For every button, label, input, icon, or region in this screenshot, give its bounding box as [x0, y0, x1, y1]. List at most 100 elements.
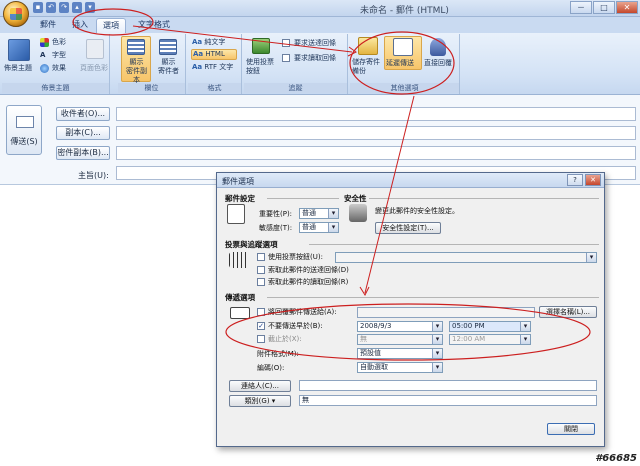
fonts-button[interactable]: 字型	[52, 51, 66, 60]
help-button[interactable]: ?	[567, 174, 583, 186]
request-read-dialog-label: 索取此郵件的讀取回條(R)	[268, 278, 349, 286]
request-delivery-label: 要求送達回條	[294, 39, 336, 47]
do-not-deliver-checkbox[interactable]: ✓	[257, 322, 265, 330]
request-read-dialog-checkbox[interactable]	[257, 278, 265, 286]
tab-format-text[interactable]: 文字格式	[132, 18, 176, 33]
attachment-format-select[interactable]: 預設值	[357, 348, 443, 359]
to-button[interactable]: 收件者(O)...	[56, 107, 110, 121]
show-bcc-button[interactable]: 顯示 密件副本	[123, 58, 150, 85]
minimize-button[interactable]: －	[570, 1, 592, 14]
divider	[309, 244, 599, 245]
effects-button[interactable]: 效果	[52, 64, 66, 73]
to-field[interactable]	[116, 107, 636, 121]
deliver-time-select[interactable]: 05:00 PM	[449, 321, 531, 332]
html-option[interactable]: Aa HTML	[193, 50, 225, 59]
tab-message[interactable]: 郵件	[34, 18, 62, 33]
themes-group-label: 佈景主題	[2, 83, 109, 93]
cc-field[interactable]	[116, 126, 636, 140]
expires-time-select[interactable]: 12:00 AM	[449, 334, 531, 345]
down-icon[interactable]: ▾	[85, 2, 95, 13]
fields-group: 顯示 密件副本 顯示 寄件者 欄位	[118, 34, 186, 94]
effects-icon	[40, 64, 49, 73]
bcc-button[interactable]: 密件副本(B)...	[56, 146, 110, 160]
voting-icon	[252, 38, 270, 54]
maximize-button[interactable]: □	[593, 1, 615, 14]
categories-button[interactable]: 類別(G) ▾	[229, 395, 291, 407]
tracking-group-label: 追蹤	[244, 83, 347, 93]
themes-icon[interactable]	[8, 39, 30, 61]
delivery-options-heading: 傳遞選項	[225, 293, 255, 302]
checkmark-icon	[229, 252, 249, 268]
send-envelope-icon	[16, 116, 34, 128]
request-read-label: 要求讀取回條	[294, 54, 336, 62]
security-heading: 安全性	[344, 194, 367, 203]
tab-options[interactable]: 選項	[96, 18, 126, 33]
divider	[267, 198, 339, 199]
select-names-button[interactable]: 選擇名稱(L)...	[539, 306, 597, 318]
divider	[369, 198, 599, 199]
expires-checkbox[interactable]	[257, 335, 265, 343]
close-button[interactable]: 關閉	[547, 423, 595, 435]
show-from-button[interactable]: 顯示 寄件者	[155, 58, 182, 76]
format-group: Aa 純文字 Aa HTML Aa RTF 文字 格式	[188, 34, 242, 94]
page-color-button[interactable]: 頁面色彩	[80, 64, 108, 73]
divider	[267, 297, 599, 298]
security-settings-button[interactable]: 安全性設定(T)...	[375, 222, 441, 234]
reply-to-checkbox[interactable]	[257, 308, 265, 316]
tab-insert[interactable]: 插入	[66, 18, 94, 33]
show-from-icon	[159, 39, 177, 55]
colors-button[interactable]: 色彩	[52, 38, 66, 47]
tracking-group: 使用投票 按鈕 要求送達回條 要求讀取回條 追蹤	[244, 34, 348, 94]
bcc-field[interactable]	[116, 146, 636, 160]
direct-replies-icon	[430, 38, 446, 56]
reply-to-field[interactable]	[357, 307, 535, 318]
sensitivity-label: 敏感度(T):	[259, 224, 293, 232]
send-button[interactable]: 傳送(S)	[6, 105, 42, 155]
up-icon[interactable]: ▴	[72, 2, 82, 13]
request-read-checkbox[interactable]	[282, 54, 290, 62]
use-voting-label: 使用投票按鈕(U):	[268, 253, 323, 261]
direct-replies-button[interactable]: 直接回覆	[424, 59, 452, 68]
contacts-button[interactable]: 連絡人(C)...	[229, 380, 291, 392]
save-sent-button[interactable]: 儲存寄件 備份	[352, 58, 380, 76]
attachment-format-label: 附件格式(M):	[257, 350, 299, 358]
request-delivery-dialog-checkbox[interactable]	[257, 266, 265, 274]
request-delivery-checkbox[interactable]	[282, 39, 290, 47]
request-delivery-dialog-label: 索取此郵件的送達回條(D)	[268, 266, 349, 274]
format-group-label: 格式	[188, 83, 241, 93]
close-window-button[interactable]: ✕	[616, 1, 638, 14]
categories-field[interactable]: 無	[299, 395, 597, 406]
rtf-option[interactable]: Aa RTF 文字	[192, 63, 233, 72]
send-label: 傳送(S)	[10, 137, 38, 146]
deliver-date-select[interactable]: 2008/9/3	[357, 321, 443, 332]
quick-access-toolbar: ▪ ↶ ↷ ▴ ▾	[33, 2, 95, 13]
dialog-close-button[interactable]: ✕	[585, 174, 601, 186]
save-icon[interactable]: ▪	[33, 2, 43, 13]
encoding-select[interactable]: 自動選取	[357, 362, 443, 373]
delay-delivery-button[interactable]: 延遲傳送	[386, 59, 414, 68]
message-settings-icon	[227, 204, 245, 224]
themes-group: 佈景主題 色彩 A 字型 效果 頁面色彩 佈景主題	[2, 34, 110, 94]
expires-date-select[interactable]: 無	[357, 334, 443, 345]
window-title: 未命名 - 郵件 (HTML)	[360, 6, 449, 16]
encoding-label: 編碼(O):	[257, 364, 285, 372]
fonts-icon: A	[40, 51, 46, 59]
themes-button[interactable]: 佈景主題	[4, 64, 32, 73]
subject-label: 主旨(U):	[78, 171, 109, 180]
window-controls: － □ ✕	[570, 1, 638, 14]
use-voting-checkbox[interactable]	[257, 253, 265, 261]
office-button[interactable]	[3, 1, 29, 27]
colors-icon	[40, 38, 49, 47]
redo-icon[interactable]: ↷	[59, 2, 69, 13]
importance-select[interactable]: 普通	[299, 208, 339, 219]
voting-choices-select[interactable]	[335, 252, 597, 263]
cc-button[interactable]: 副本(C)...	[56, 126, 110, 140]
other-options-group: 儲存寄件 備份 延遲傳送 直接回覆 其他選項	[350, 34, 460, 94]
contacts-field[interactable]	[299, 380, 597, 391]
fields-group-label: 欄位	[118, 83, 185, 93]
plain-text-option[interactable]: Aa 純文字	[192, 38, 225, 47]
undo-icon[interactable]: ↶	[46, 2, 56, 13]
delay-delivery-icon	[393, 38, 413, 56]
voting-buttons[interactable]: 使用投票 按鈕	[246, 58, 274, 76]
sensitivity-select[interactable]: 普通	[299, 222, 339, 233]
